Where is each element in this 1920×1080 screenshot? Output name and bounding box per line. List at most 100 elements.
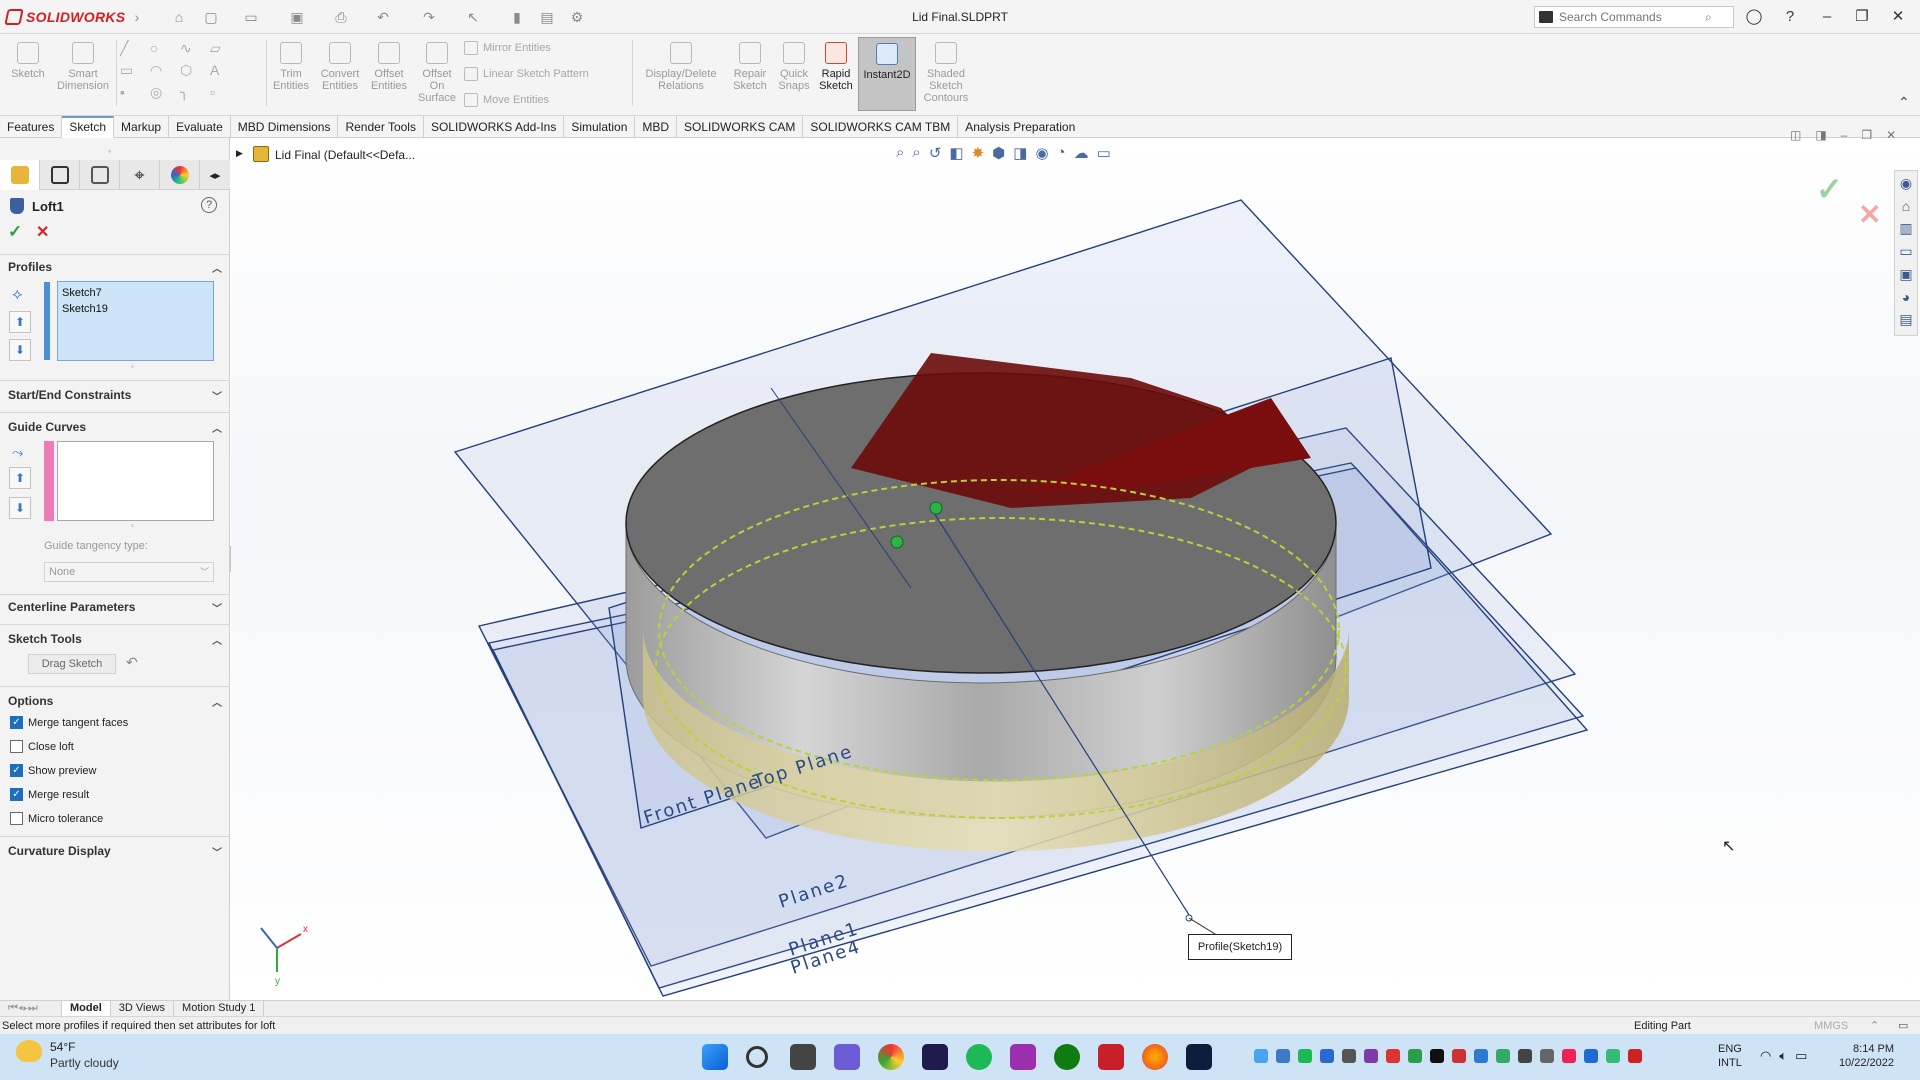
- options-header[interactable]: Options ︿: [8, 694, 222, 709]
- guide-tangency-select[interactable]: None ﹀: [44, 562, 214, 582]
- minimize-button[interactable]: –: [1815, 6, 1839, 28]
- centerpoint-tool-icon[interactable]: ◎: [150, 84, 180, 106]
- list-item[interactable]: Sketch19: [58, 301, 213, 317]
- guide-curves-listbox[interactable]: [57, 441, 214, 521]
- bluetooth-icon[interactable]: [1584, 1049, 1598, 1063]
- tab-mbd[interactable]: MBD: [635, 116, 678, 138]
- dimxpert-manager-tab[interactable]: ⌖: [120, 160, 160, 190]
- select-icon[interactable]: ↖: [464, 8, 482, 26]
- print-icon[interactable]: ⎙: [332, 8, 350, 26]
- solidworks-taskbar-icon[interactable]: [1098, 1044, 1124, 1070]
- task-view-icon[interactable]: [790, 1044, 816, 1070]
- tab-motion-study[interactable]: Motion Study 1: [174, 1001, 265, 1016]
- configuration-manager-tab[interactable]: [80, 160, 120, 190]
- splitter-handle-icon[interactable]: ◦: [108, 146, 111, 156]
- search-commands[interactable]: ⌕: [1534, 6, 1734, 28]
- tab-mbd-dimensions[interactable]: MBD Dimensions: [231, 116, 339, 138]
- after-effects-icon[interactable]: [922, 1044, 948, 1070]
- rectangle-tool-icon[interactable]: ▭: [120, 62, 150, 84]
- rapid-sketch-button[interactable]: Rapid Sketch: [816, 40, 856, 110]
- micro-tolerance-checkbox[interactable]: Micro tolerance: [10, 812, 103, 825]
- plane-tool-icon[interactable]: ▱: [210, 40, 240, 62]
- tray-app-icon[interactable]: [1364, 1049, 1378, 1063]
- line-tool-icon[interactable]: ╱: [120, 40, 150, 62]
- xbox-icon[interactable]: [1054, 1044, 1080, 1070]
- firefox-icon[interactable]: [1142, 1044, 1168, 1070]
- shaded-sketch-contours-button[interactable]: Shaded Sketch Contours: [918, 40, 974, 110]
- chrome-icon[interactable]: [878, 1044, 904, 1070]
- onedrive-icon[interactable]: [1254, 1049, 1268, 1063]
- property-manager-tab[interactable]: [40, 160, 80, 190]
- drag-sketch-button[interactable]: Drag Sketch: [28, 654, 116, 674]
- sketch-button[interactable]: Sketch: [6, 40, 50, 110]
- mirror-entities-button[interactable]: Mirror Entities: [464, 41, 551, 55]
- quick-snaps-button[interactable]: Quick Snaps: [774, 40, 814, 110]
- weather-icon[interactable]: [16, 1040, 42, 1062]
- linear-sketch-pattern-button[interactable]: Linear Sketch Pattern: [464, 67, 589, 81]
- list-item[interactable]: Sketch7: [58, 282, 213, 301]
- move-entities-button[interactable]: Move Entities: [464, 93, 549, 107]
- tray-app-icon[interactable]: [1540, 1049, 1554, 1063]
- guide-move-up-button[interactable]: ⬆: [9, 467, 31, 489]
- undo-sketch-drag-icon[interactable]: ↶: [126, 654, 138, 671]
- circle-tool-icon[interactable]: ○: [150, 40, 180, 62]
- profile-callout[interactable]: Profile(Sketch19): [1188, 934, 1292, 960]
- open-file-icon[interactable]: ▭: [242, 8, 260, 26]
- tray-app-icon[interactable]: [1452, 1049, 1466, 1063]
- tab-3d-views[interactable]: 3D Views: [111, 1001, 175, 1016]
- resize-handle-icon[interactable]: ◦: [131, 362, 134, 371]
- teams-chat-icon[interactable]: [834, 1044, 860, 1070]
- ok-check-icon[interactable]: ✓: [8, 222, 22, 242]
- curvature-display-header[interactable]: Curvature Display ﹀: [8, 844, 222, 859]
- photoshop-icon[interactable]: [1186, 1044, 1212, 1070]
- home-icon[interactable]: ⌂: [170, 8, 188, 26]
- spotify-icon[interactable]: [966, 1044, 992, 1070]
- instant2d-button[interactable]: Instant2D: [858, 37, 916, 111]
- slot-tool-icon[interactable]: ◠: [150, 62, 180, 84]
- rebuild-icon[interactable]: ▮: [508, 8, 526, 26]
- guide-curves-header[interactable]: Guide Curves ︿: [8, 420, 222, 435]
- file-properties-icon[interactable]: ▤: [538, 8, 556, 26]
- move-down-button[interactable]: ⬇: [9, 339, 31, 361]
- model-canvas[interactable]: Top Plane Front Plane Plane2 Plane1 Plan…: [231, 138, 1920, 1000]
- search-icon[interactable]: [746, 1046, 768, 1068]
- tab-simulation[interactable]: Simulation: [564, 116, 636, 138]
- chamfer-tool-icon[interactable]: ▫: [210, 84, 240, 106]
- resize-handle-icon[interactable]: ◦: [131, 521, 134, 530]
- help-icon[interactable]: ?: [201, 197, 217, 213]
- display-delete-relations-button[interactable]: Display/Delete Relations: [636, 40, 726, 110]
- tray-app-icon[interactable]: [1474, 1049, 1488, 1063]
- tab-render-tools[interactable]: Render Tools: [338, 116, 424, 138]
- sketch-tools-header[interactable]: Sketch Tools ︿: [8, 632, 222, 647]
- show-preview-checkbox[interactable]: ✓ Show preview: [10, 764, 96, 777]
- user-account-icon[interactable]: ◯: [1742, 6, 1766, 28]
- expand-menu-icon[interactable]: ›: [128, 8, 146, 26]
- restore-button[interactable]: ❐: [1850, 6, 1874, 28]
- profiles-listbox[interactable]: Sketch7 Sketch19: [57, 281, 214, 361]
- trim-entities-button[interactable]: Trim Entities: [270, 40, 312, 110]
- manager-tabs-scroll[interactable]: ◂▸: [200, 160, 230, 190]
- save-icon[interactable]: ▣: [288, 8, 306, 26]
- options-gear-icon[interactable]: ⚙: [568, 8, 586, 26]
- help-icon[interactable]: ?: [1778, 6, 1802, 28]
- weather-temp[interactable]: 54°F: [50, 1040, 75, 1054]
- profiles-section-header[interactable]: Profiles ︿: [8, 260, 222, 275]
- tab-solidworks-cam-tbm[interactable]: SOLIDWORKS CAM TBM: [803, 116, 959, 138]
- input-language[interactable]: ENG INTL: [1718, 1042, 1742, 1070]
- fillet-tool-icon[interactable]: ╮: [180, 84, 210, 106]
- units-caret-icon[interactable]: ⌃: [1870, 1017, 1879, 1035]
- dropbox-icon[interactable]: [1320, 1049, 1334, 1063]
- tab-markup[interactable]: Markup: [114, 116, 170, 138]
- tray-app-icon[interactable]: [1628, 1049, 1642, 1063]
- comments-icon[interactable]: ▭: [1898, 1017, 1908, 1035]
- tab-solidworks-addins[interactable]: SOLIDWORKS Add-Ins: [424, 116, 565, 138]
- solidworks-logo[interactable]: SOLIDWORKS: [4, 7, 125, 27]
- move-up-button[interactable]: ⬆: [9, 311, 31, 333]
- offset-entities-button[interactable]: Offset Entities: [366, 40, 412, 110]
- clock[interactable]: 8:14 PM 10/22/2022: [1834, 1042, 1894, 1070]
- units-selector[interactable]: MMGS: [1814, 1017, 1848, 1035]
- centerline-parameters-header[interactable]: Centerline Parameters ﹀: [8, 600, 222, 615]
- redo-icon[interactable]: ↷: [420, 8, 438, 26]
- search-input[interactable]: [1559, 10, 1699, 24]
- close-loft-checkbox[interactable]: Close loft: [10, 740, 74, 753]
